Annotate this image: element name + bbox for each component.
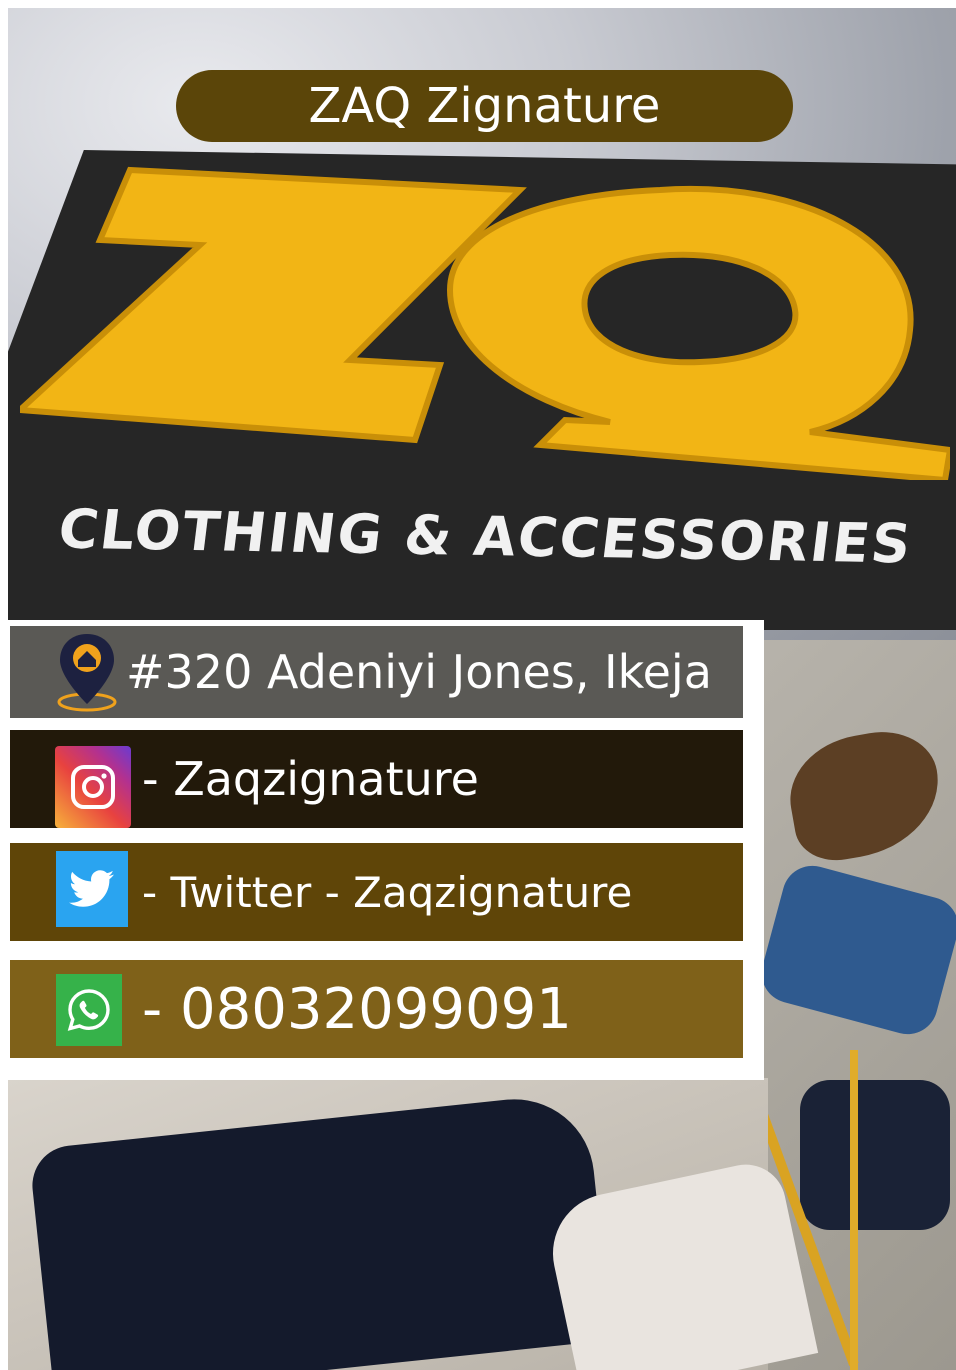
- clothing-rack: [850, 1050, 858, 1370]
- whatsapp-icon: [56, 974, 122, 1046]
- address-text: #320 Adeniyi Jones, Ikeja: [126, 645, 712, 699]
- instagram-handle: - Zaqzignature: [142, 752, 479, 806]
- twitter-handle: - Twitter - Zaqzignature: [142, 867, 633, 917]
- whatsapp-number: - 08032099091: [142, 976, 572, 1042]
- clothing-item: [800, 1080, 950, 1230]
- whatsapp-row: - 08032099091: [10, 960, 743, 1058]
- flyer: CLOTHING & ACCESSORIES ZAQ Zignature #32…: [0, 0, 956, 1370]
- instagram-icon: [55, 746, 131, 828]
- location-pin-icon: [52, 630, 122, 714]
- instagram-row: - Zaqzignature: [10, 730, 743, 828]
- page-title: ZAQ Zignature: [308, 78, 661, 134]
- twitter-row: - Twitter - Zaqzignature: [10, 843, 743, 941]
- zq-logo: [20, 166, 950, 480]
- address-row: #320 Adeniyi Jones, Ikeja: [10, 626, 743, 718]
- title-banner: ZAQ Zignature: [176, 70, 793, 142]
- twitter-icon: [56, 851, 128, 927]
